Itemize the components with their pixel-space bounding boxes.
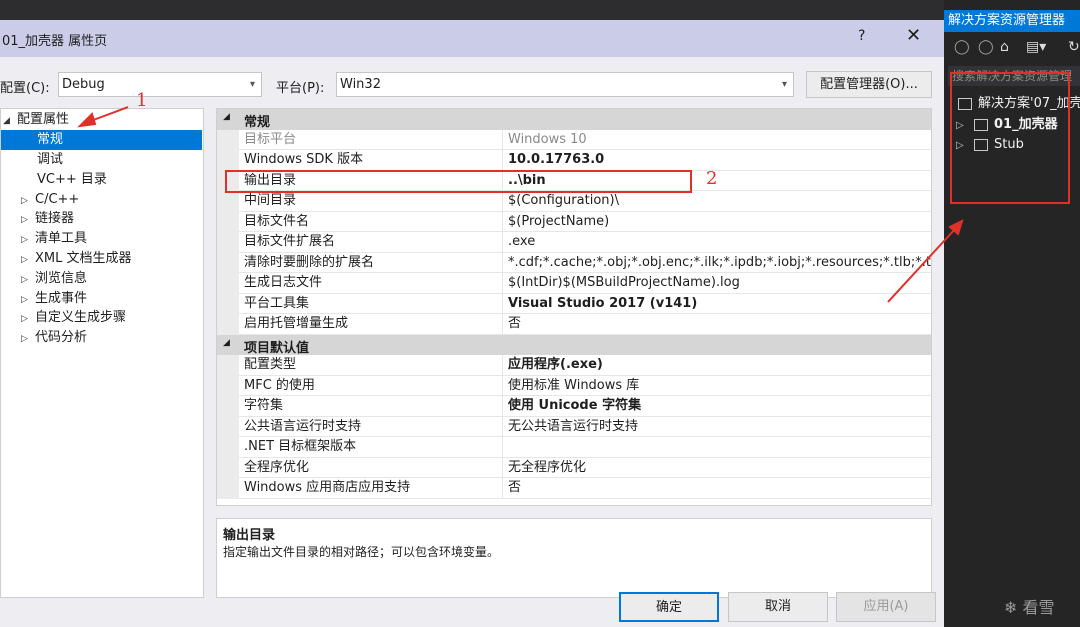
- annotation-arrows: [77, 106, 964, 303]
- watermark-text: ❄ 看雪: [1004, 598, 1055, 617]
- annotation-arrow-2: [887, 227, 957, 303]
- watermark-label: 看雪: [1022, 598, 1055, 617]
- annotation-arrowhead-1: [77, 112, 97, 128]
